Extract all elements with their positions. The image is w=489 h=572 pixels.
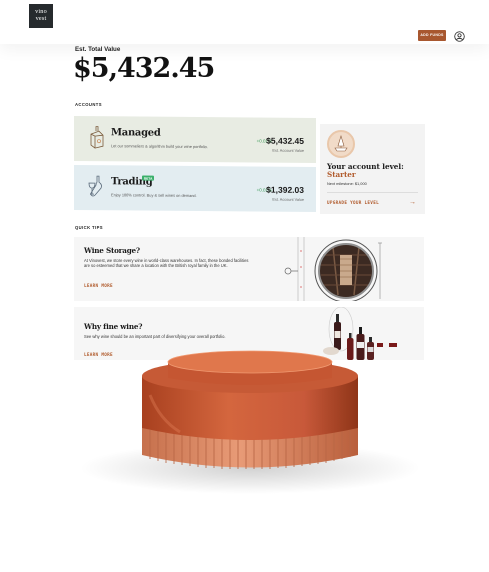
upgrade-level-link[interactable]: UPGRADE YOUR LEVEL xyxy=(327,201,379,206)
user-circle-icon[interactable] xyxy=(454,31,465,42)
managed-value: $5,432.45 xyxy=(266,135,304,146)
tip-text: See why wine should be an important part… xyxy=(84,334,226,339)
managed-account-card[interactable]: Managed Let our sommeliers & algorithm b… xyxy=(74,115,316,164)
top-bar xyxy=(0,0,489,44)
tip-text: At Vinovest, we store every wine in worl… xyxy=(84,258,249,269)
trading-value-label: Est. Account Value xyxy=(272,197,304,202)
trading-account-card[interactable]: Trading BETA Enjoy 100% control. Buy & s… xyxy=(74,164,316,213)
wine-storage-tip-card: Wine Storage? At Vinovest, we store ever… xyxy=(74,237,424,301)
fine-wine-tip-card: Why fine wine? See why wine should be an… xyxy=(74,307,424,360)
trading-description: Enjoy 100% control. Buy & sell wines on … xyxy=(111,192,197,199)
learn-more-link[interactable]: LEARN MORE xyxy=(84,284,113,289)
add-funds-button[interactable]: ADD FUNDS xyxy=(418,30,446,41)
beta-badge: BETA xyxy=(142,175,155,181)
wine-glass-bottle-icon xyxy=(88,175,102,197)
account-level-card: Your account level: Starter Next milesto… xyxy=(320,124,425,214)
level-medal-icon xyxy=(327,130,355,158)
total-value: $5,432.45 xyxy=(73,53,215,84)
next-milestone: Next milestone: $1,000 xyxy=(327,181,367,186)
wine-box-icon xyxy=(90,126,104,149)
tip-title: Wine Storage? xyxy=(84,246,140,255)
level-name: Starter xyxy=(327,170,356,179)
level-divider xyxy=(327,192,418,193)
trading-value: $1,392.03 xyxy=(266,184,304,195)
est-total-label: Est. Total Value xyxy=(75,46,121,53)
app-page: vino vest ADD FUNDS Est. Total Value $5,… xyxy=(0,0,489,572)
managed-description: Let our sommeliers & algorithm build you… xyxy=(111,143,208,150)
tip-title: Why fine wine? xyxy=(84,322,143,331)
accounts-section-label: ACCOUNTS xyxy=(75,102,102,107)
quick-tips-section-label: QUICK TIPS xyxy=(75,225,103,230)
learn-more-link[interactable]: LEARN MORE xyxy=(84,353,113,358)
wine-bottles-illustration xyxy=(323,307,397,360)
logo-line-2: vest xyxy=(35,14,47,22)
wine-vault-illustration xyxy=(284,237,382,301)
arrow-right-icon[interactable]: → xyxy=(409,199,416,206)
vinovest-logo[interactable]: vino vest xyxy=(29,4,53,28)
managed-value-label: Est. Account Value xyxy=(272,148,304,153)
managed-title: Managed xyxy=(111,127,161,139)
